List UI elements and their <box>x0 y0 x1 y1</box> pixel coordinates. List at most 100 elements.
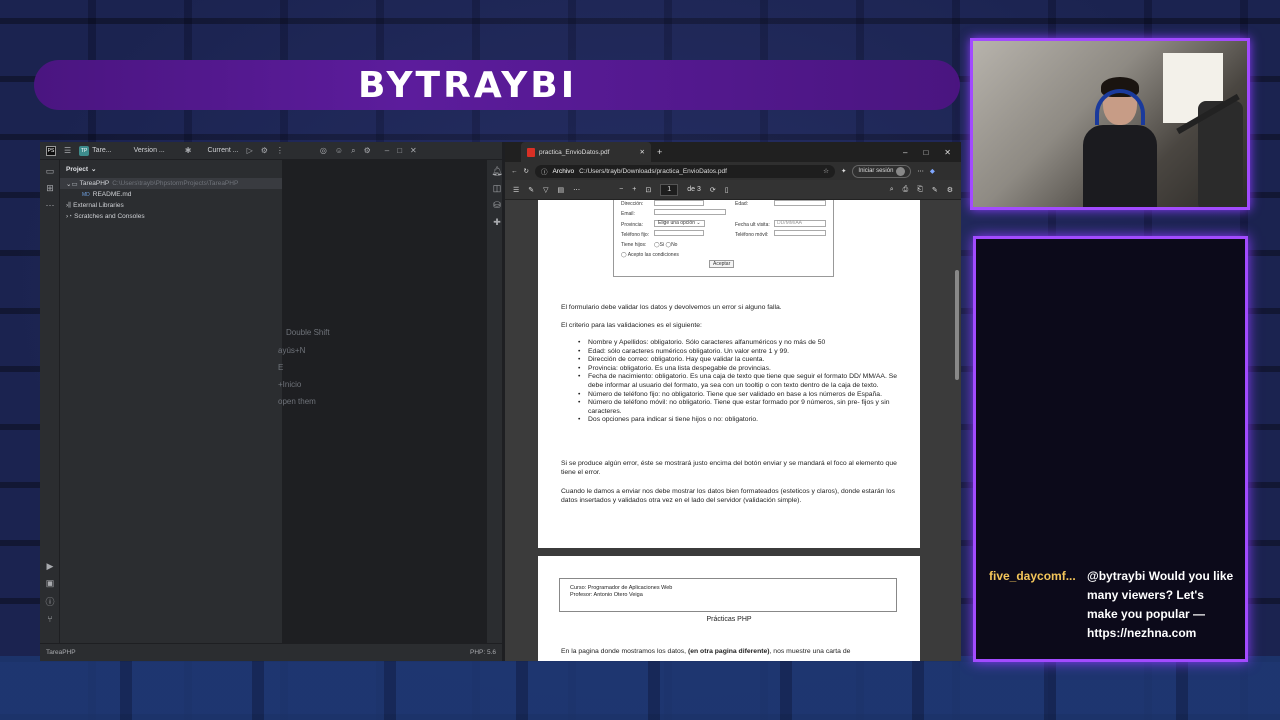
editor-empty-state: Double Shift ayús+N E +Inicio open them <box>278 160 486 643</box>
form-radio-si: ◯Si ◯No <box>654 242 678 248</box>
fit-page-icon[interactable]: ⊡ <box>645 186 651 194</box>
notifications-icon[interactable]: 🔔︎ <box>487 166 507 177</box>
vcs-widget[interactable]: Version ... <box>134 147 165 154</box>
new-tab-icon[interactable]: + <box>657 147 662 157</box>
paragraph: El formulario debe validar los datos y d… <box>561 304 782 311</box>
tree-item-label: Scratches and Consoles <box>74 213 145 220</box>
ai-assistant-icon[interactable]: ◎ <box>320 146 327 155</box>
folder-icon: ▭ <box>71 180 78 188</box>
scratches-icon: ◔ <box>68 213 73 220</box>
debug-icon[interactable]: ✱ <box>185 146 192 155</box>
close-tab-icon[interactable]: ✕ <box>640 148 645 156</box>
more-actions-icon[interactable]: ⋮ <box>276 146 284 155</box>
ide-right-toolbar: 🔔︎ ◫ ⛁ ✚ <box>486 160 503 643</box>
search-icon[interactable]: ⌕ <box>351 146 355 156</box>
extensions-icon[interactable]: ✦ <box>841 167 846 175</box>
print-icon[interactable]: ⎙ <box>903 186 909 194</box>
validation-list: Nombre y Apellidos: obligatorio. Sólo ca… <box>578 339 898 425</box>
form-accept-button: Aceptar <box>709 260 735 268</box>
run-icon[interactable]: ▷ <box>247 146 253 155</box>
profile-icon[interactable]: ☺ <box>335 146 343 155</box>
chat-username: five_daycomf... <box>989 569 1076 583</box>
pdf-icon <box>527 147 535 157</box>
stream-background-seats <box>0 656 1280 720</box>
tree-item-label: README.md <box>92 191 132 198</box>
headset-icon <box>1095 89 1145 125</box>
zoom-out-icon[interactable]: − <box>619 186 623 193</box>
git-icon[interactable]: ⑂ <box>40 614 60 624</box>
browser-tab[interactable]: practica_EnvioDatos.pdf ✕ <box>521 142 651 162</box>
radio-label: Si <box>659 242 665 248</box>
course-line: Profesor: Antonio Otero Veiga <box>570 592 643 598</box>
pdf-viewer[interactable]: Dirección: Edad: Email: Provincia: Elige… <box>505 200 961 661</box>
project-panel-header[interactable]: Project ⌄ <box>60 160 282 178</box>
problems-icon[interactable]: ⓘ <box>40 595 60 608</box>
pdf-scrollbar[interactable] <box>955 270 959 380</box>
search-icon[interactable]: ⌕ <box>890 186 894 194</box>
highlight-icon[interactable]: ▽ <box>543 186 548 194</box>
form-label: Provincia: <box>621 222 643 228</box>
copilot-icon[interactable]: ◆ <box>930 167 935 175</box>
star-icon[interactable]: ☆ <box>823 167 829 175</box>
services-icon[interactable]: ▶ <box>40 561 60 572</box>
hamburger-menu-icon[interactable]: ☰ <box>64 146 71 155</box>
tree-item-root[interactable]: ⌄ ▭ TareaPHP C:\Users\trayb\PhpstormProj… <box>60 178 282 189</box>
more-tools-icon[interactable]: ⋯ <box>573 186 580 194</box>
editor-hint: +Inicio <box>278 380 302 389</box>
run-config-selector[interactable]: Current ... <box>207 147 238 154</box>
close-icon[interactable]: ✕ <box>944 148 951 157</box>
sign-in-button[interactable]: Iniciar sesión <box>852 164 912 178</box>
editor-hint: Double Shift <box>286 328 330 337</box>
more-menu-icon[interactable]: ⋯ <box>917 167 924 175</box>
zoom-in-icon[interactable]: + <box>632 186 636 193</box>
back-icon[interactable]: ← <box>511 168 518 175</box>
page-view-icon[interactable]: ▯ <box>725 186 729 194</box>
structure-icon[interactable]: ⊞ <box>40 183 60 194</box>
plugin-icon[interactable]: ✚ <box>487 217 507 228</box>
page-number-input[interactable]: 1 <box>660 183 679 196</box>
settings-icon[interactable]: ⚙ <box>947 186 953 194</box>
ai-chat-icon[interactable]: ◫ <box>487 183 507 194</box>
form-label: Email: <box>621 211 635 217</box>
address-bar[interactable]: ⓘ Archivo C:/Users/trayb/Downloads/pract… <box>534 164 835 178</box>
list-item: Número de teléfono fijo: no obligatorio.… <box>578 391 898 400</box>
tree-item-scratches[interactable]: › ◔ Scratches and Consoles <box>60 211 282 222</box>
list-item: Fecha de nacimiento: obligatorio. Es una… <box>578 373 898 390</box>
settings-icon[interactable]: ⚙ <box>364 146 371 155</box>
tree-item-readme[interactable]: MD README.md <box>60 189 282 200</box>
browser-window: practica_EnvioDatos.pdf ✕ + – □ ✕ ← ↻ ⓘ … <box>505 142 961 661</box>
minimize-icon[interactable]: – <box>385 146 389 155</box>
folder-icon[interactable]: ▭ <box>40 166 60 177</box>
form-label: Teléfono móvil: <box>735 232 769 238</box>
terminal-icon[interactable]: ▣ <box>40 578 60 589</box>
project-widget-label: Tare... <box>92 146 112 154</box>
radio-label: No <box>671 242 678 248</box>
form-label: Fecha ult visita: <box>735 222 770 228</box>
rotate-icon[interactable]: ⟳ <box>710 186 716 194</box>
libraries-icon: ⫼ <box>68 201 72 209</box>
minimize-icon[interactable]: – <box>903 148 907 157</box>
read-aloud-icon[interactable]: ▤ <box>558 186 565 194</box>
save-as-icon[interactable]: ✎ <box>932 186 938 194</box>
refresh-icon[interactable]: ↻ <box>524 167 529 175</box>
tree-item-external-libraries[interactable]: › ⫼ External Libraries <box>60 200 282 211</box>
list-item: Nombre y Apellidos: obligatorio. Sólo ca… <box>578 339 898 348</box>
more-tools-icon[interactable]: ⋯ <box>40 200 60 211</box>
url-text: C:/Users/trayb/Downloads/practica_EnvioD… <box>579 167 727 175</box>
close-icon[interactable]: ✕ <box>410 146 417 155</box>
status-project[interactable]: TareaPHP <box>46 649 76 656</box>
database-icon[interactable]: ⛁ <box>487 200 507 211</box>
maximize-icon[interactable]: □ <box>923 148 928 157</box>
contents-icon[interactable]: ☰ <box>513 186 519 194</box>
list-item: Dirección de correo: obligatorio. Hay qu… <box>578 356 898 365</box>
debug-run-icon[interactable]: ⚙ <box>261 146 268 155</box>
maximize-icon[interactable]: □ <box>397 146 402 155</box>
form-input <box>774 230 826 236</box>
project-widget[interactable]: TP Tare... <box>79 145 112 156</box>
paragraph: En la pagina donde mostramos los datos, … <box>561 648 899 657</box>
draw-icon[interactable]: ✎ <box>528 186 534 194</box>
tree-item-path: C:\Users\trayb\PhpstormProjects\TareaPHP <box>112 180 239 187</box>
tree-item-label: TareaPHP <box>79 180 110 187</box>
status-php-version[interactable]: PHP: 5.6 <box>470 649 496 656</box>
save-icon[interactable]: ⎗ <box>917 186 923 194</box>
